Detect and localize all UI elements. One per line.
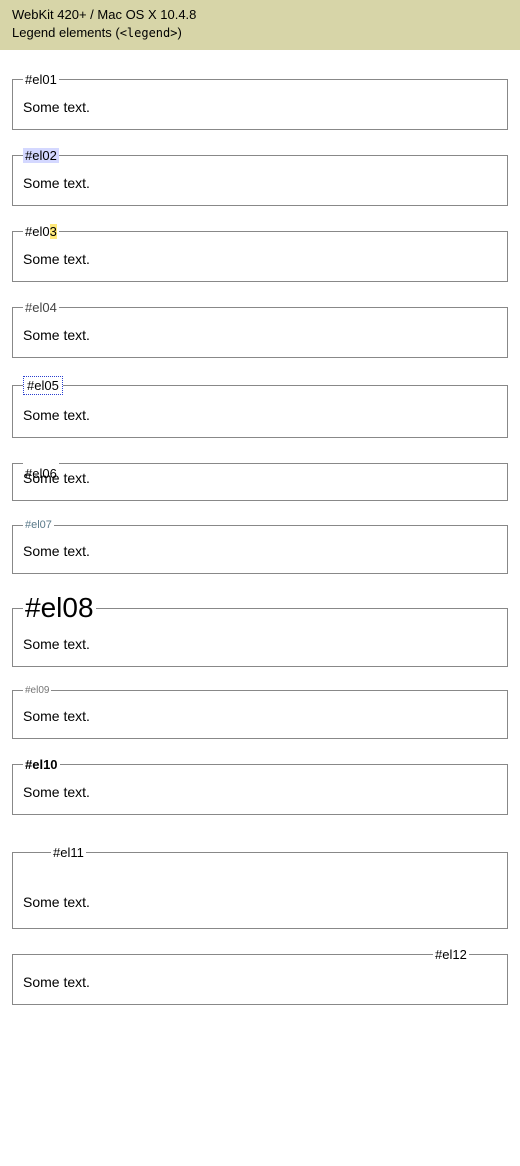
legend-el06: #el06 [23, 466, 59, 481]
legend-el05: #el05 [23, 376, 63, 395]
legend-el09: #el09 [23, 685, 51, 696]
example-el05: #el05 Some text. [12, 376, 508, 438]
example-el04: #el04 Some text. [12, 300, 508, 358]
body-text: Some text. [23, 543, 497, 559]
legend-el04: #el04 [23, 300, 59, 315]
legend-el02: #el02 [23, 148, 59, 163]
legend-el10: #el10 [23, 757, 60, 772]
example-el02: #el02 Some text. [12, 148, 508, 206]
example-el09: #el09 Some text. [12, 685, 508, 739]
body-text: Some text. [23, 708, 497, 724]
legend-el03-highlight: 3 [50, 224, 57, 239]
example-el10: #el10 Some text. [12, 757, 508, 815]
legend-el01: #el01 [23, 72, 59, 87]
body-text: Some text. [23, 974, 497, 990]
header-subtitle-code: <legend> [120, 26, 178, 40]
body-text: Some text. [23, 327, 497, 343]
body-text: Some text. [23, 894, 497, 910]
header-subtitle-suffix: ) [177, 25, 181, 40]
body-text: Some text. [23, 251, 497, 267]
header-subtitle-prefix: Legend elements ( [12, 25, 120, 40]
body-text: Some text. [23, 784, 497, 800]
header-subtitle: Legend elements (<legend>) [12, 24, 508, 42]
example-el08: #el08 Some text. [12, 592, 508, 667]
legend-el03: #el03 [23, 224, 59, 239]
legend-el07: #el07 [23, 519, 54, 531]
body-text: Some text. [23, 407, 497, 423]
legend-el11: #el11 [51, 845, 86, 860]
example-el06: #el06 Some text. [12, 456, 508, 501]
header-title: WebKit 420+ / Mac OS X 10.4.8 [12, 6, 508, 24]
example-el12: #el12 Some text. [12, 947, 508, 1005]
example-el07: #el07 Some text. [12, 519, 508, 574]
example-el01: #el01 Some text. [12, 72, 508, 130]
body-text: Some text. [23, 470, 497, 486]
legend-el08: #el08 [23, 592, 96, 624]
legend-el03-prefix: #el0 [25, 224, 50, 239]
body-text: Some text. [23, 175, 497, 191]
examples-container: #el01 Some text. #el02 Some text. #el03 … [0, 50, 520, 1043]
example-el11: #el11 Some text. [12, 845, 508, 929]
body-text: Some text. [23, 99, 497, 115]
example-el03: #el03 Some text. [12, 224, 508, 282]
body-text: Some text. [23, 636, 497, 652]
page-header: WebKit 420+ / Mac OS X 10.4.8 Legend ele… [0, 0, 520, 50]
legend-el12: #el12 [433, 947, 469, 962]
